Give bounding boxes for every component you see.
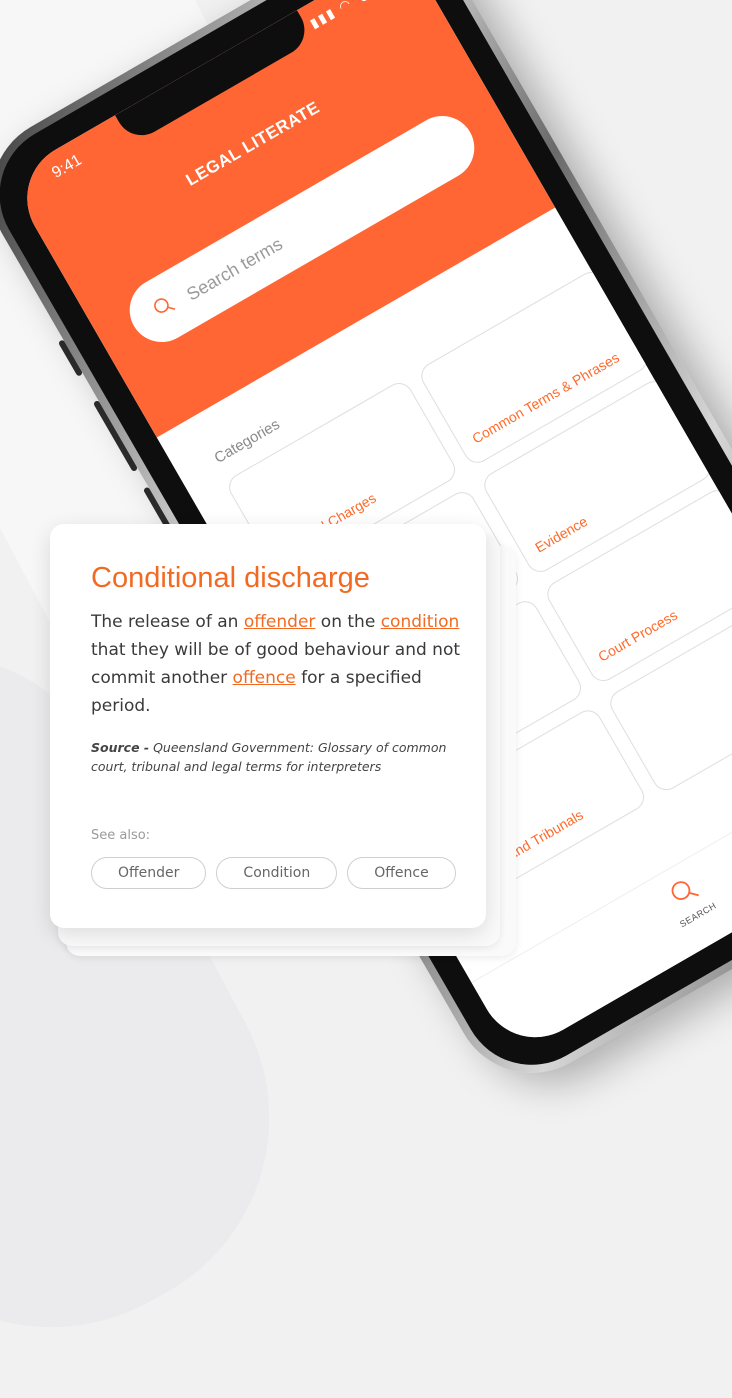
search-input[interactable] [169,114,470,326]
definition-text: on the [315,612,381,632]
battery-icon [357,0,382,3]
status-icons: ▮▮▮ ◠ [307,0,383,32]
link-condition[interactable]: condition [381,612,460,632]
search-icon [154,298,176,313]
search-bar[interactable] [117,104,487,354]
definition-source: Source - Queensland Government: Glossary… [91,738,471,776]
definition-title: Conditional discharge [91,562,370,594]
see-also-label: See also: [91,828,151,843]
wifi-icon: ◠ [335,0,355,15]
link-offence[interactable]: offence [233,668,296,688]
definition-text: The release of an [91,612,244,632]
tab-search[interactable]: SEARCH [652,865,726,934]
link-offender[interactable]: offender [244,612,316,632]
category-label: Court Process [594,606,680,665]
chip-offence[interactable]: Offence [347,857,456,889]
chip-offender[interactable]: Offender [91,857,207,889]
search-tab-icon [671,881,699,900]
definition-card: Conditional discharge The release of an … [50,524,486,928]
definition-body: The release of an offender on the condit… [91,608,463,720]
status-time: 9:41 [49,151,85,182]
chip-condition[interactable]: Condition [216,857,338,889]
signal-icon: ▮▮▮ [307,4,339,32]
source-label: Source - [91,740,150,755]
category-label: Evidence [531,512,590,556]
see-also-chips: Offender Condition Offence [91,857,456,889]
